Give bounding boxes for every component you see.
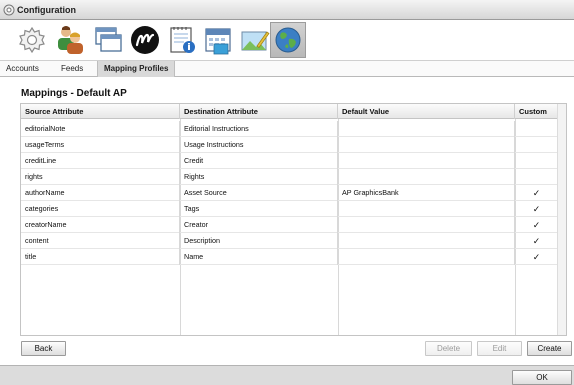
destination-attribute-cell: Editorial Instructions	[180, 121, 338, 137]
settings-gear-tool[interactable]	[14, 22, 50, 58]
ok-button[interactable]: OK	[512, 370, 572, 385]
gear-icon	[3, 4, 15, 16]
globe-icon	[275, 27, 301, 53]
source-attribute-cell: title	[21, 249, 180, 265]
mappings-table: Source Attribute Destination Attribute D…	[20, 103, 567, 336]
source-attribute-cell: authorName	[21, 185, 180, 201]
source-attribute-cell: creatorName	[21, 217, 180, 233]
custom-check-cell: ✓	[515, 185, 559, 201]
destination-attribute-cell: Credit	[180, 153, 338, 169]
source-attribute-cell: editorialNote	[21, 121, 180, 137]
default-value-cell	[338, 201, 515, 217]
destination-attribute-cell: Description	[180, 233, 338, 249]
m-logo-tool[interactable]	[127, 22, 163, 58]
source-attribute-cell: categories	[21, 201, 180, 217]
edit-button[interactable]: Edit	[477, 341, 522, 356]
destination-attribute-cell: Name	[180, 249, 338, 265]
table-row[interactable]: title Name ✓	[21, 249, 566, 265]
tab-feeds[interactable]: Feeds	[55, 61, 89, 77]
source-attribute-cell: creditLine	[21, 153, 180, 169]
default-value-cell	[338, 249, 515, 265]
destination-attribute-cell: Creator	[180, 217, 338, 233]
page-title: Mappings - Default AP	[21, 88, 127, 99]
dialog-footer: OK	[0, 365, 574, 385]
destination-attribute-cell: Tags	[180, 201, 338, 217]
delete-button[interactable]: Delete	[425, 341, 472, 356]
back-button[interactable]: Back	[21, 341, 66, 356]
gear-icon	[19, 26, 45, 54]
notepad-info-tool[interactable]	[164, 22, 200, 58]
globe-tool[interactable]	[270, 22, 306, 58]
custom-check-cell: ✓	[515, 217, 559, 233]
users-icon	[58, 26, 83, 54]
default-value-cell: AP GraphicsBank	[338, 185, 515, 201]
column-header-custom[interactable]: Custom	[515, 104, 559, 119]
column-header-default-value[interactable]: Default Value	[338, 104, 515, 119]
column-header-source[interactable]: Source Attribute	[21, 104, 180, 119]
default-value-cell	[338, 217, 515, 233]
table-row[interactable]: content Description ✓	[21, 233, 566, 249]
default-value-cell	[338, 121, 515, 137]
source-attribute-cell: rights	[21, 169, 180, 185]
custom-check-cell	[515, 169, 559, 185]
create-button[interactable]: Create	[527, 341, 572, 356]
table-row[interactable]: usageTerms Usage Instructions	[21, 137, 566, 153]
custom-check-cell	[515, 121, 559, 137]
destination-attribute-cell: Asset Source	[180, 185, 338, 201]
tab-accounts[interactable]: Accounts	[0, 61, 45, 77]
table-row[interactable]: categories Tags ✓	[21, 201, 566, 217]
table-row[interactable]: editorialNote Editorial Instructions	[21, 121, 566, 137]
table-scrollbar[interactable]	[557, 104, 566, 335]
custom-check-cell: ✓	[515, 233, 559, 249]
table-header: Source Attribute Destination Attribute D…	[21, 104, 566, 119]
calendar-icon	[205, 28, 231, 55]
table-row[interactable]: creatorName Creator ✓	[21, 217, 566, 233]
image-edit-icon	[241, 31, 270, 51]
toolbar	[0, 20, 574, 60]
destination-attribute-cell: Rights	[180, 169, 338, 185]
table-row[interactable]: rights Rights	[21, 169, 566, 185]
users-tool[interactable]	[52, 22, 88, 58]
source-attribute-cell: content	[21, 233, 180, 249]
windows-icon	[95, 27, 122, 52]
tab-mapping-profiles[interactable]: Mapping Profiles	[97, 61, 176, 77]
notepad-info-icon	[170, 27, 195, 53]
custom-check-cell: ✓	[515, 201, 559, 217]
calendar-tool[interactable]	[200, 22, 236, 58]
windows-tool[interactable]	[90, 22, 126, 58]
table-row[interactable]: authorName Asset Source AP GraphicsBank …	[21, 185, 566, 201]
custom-check-cell	[515, 153, 559, 169]
destination-attribute-cell: Usage Instructions	[180, 137, 338, 153]
default-value-cell	[338, 137, 515, 153]
custom-check-cell	[515, 137, 559, 153]
default-value-cell	[338, 233, 515, 249]
window-title: Configuration	[17, 5, 76, 15]
tab-bar: Accounts Feeds Mapping Profiles	[0, 60, 574, 77]
default-value-cell	[338, 153, 515, 169]
window-title-bar: Configuration	[0, 0, 574, 20]
source-attribute-cell: usageTerms	[21, 137, 180, 153]
image-edit-tool[interactable]	[237, 22, 273, 58]
default-value-cell	[338, 169, 515, 185]
m-logo-icon	[131, 26, 159, 54]
custom-check-cell: ✓	[515, 249, 559, 265]
table-row[interactable]: creditLine Credit	[21, 153, 566, 169]
column-header-destination[interactable]: Destination Attribute	[180, 104, 338, 119]
